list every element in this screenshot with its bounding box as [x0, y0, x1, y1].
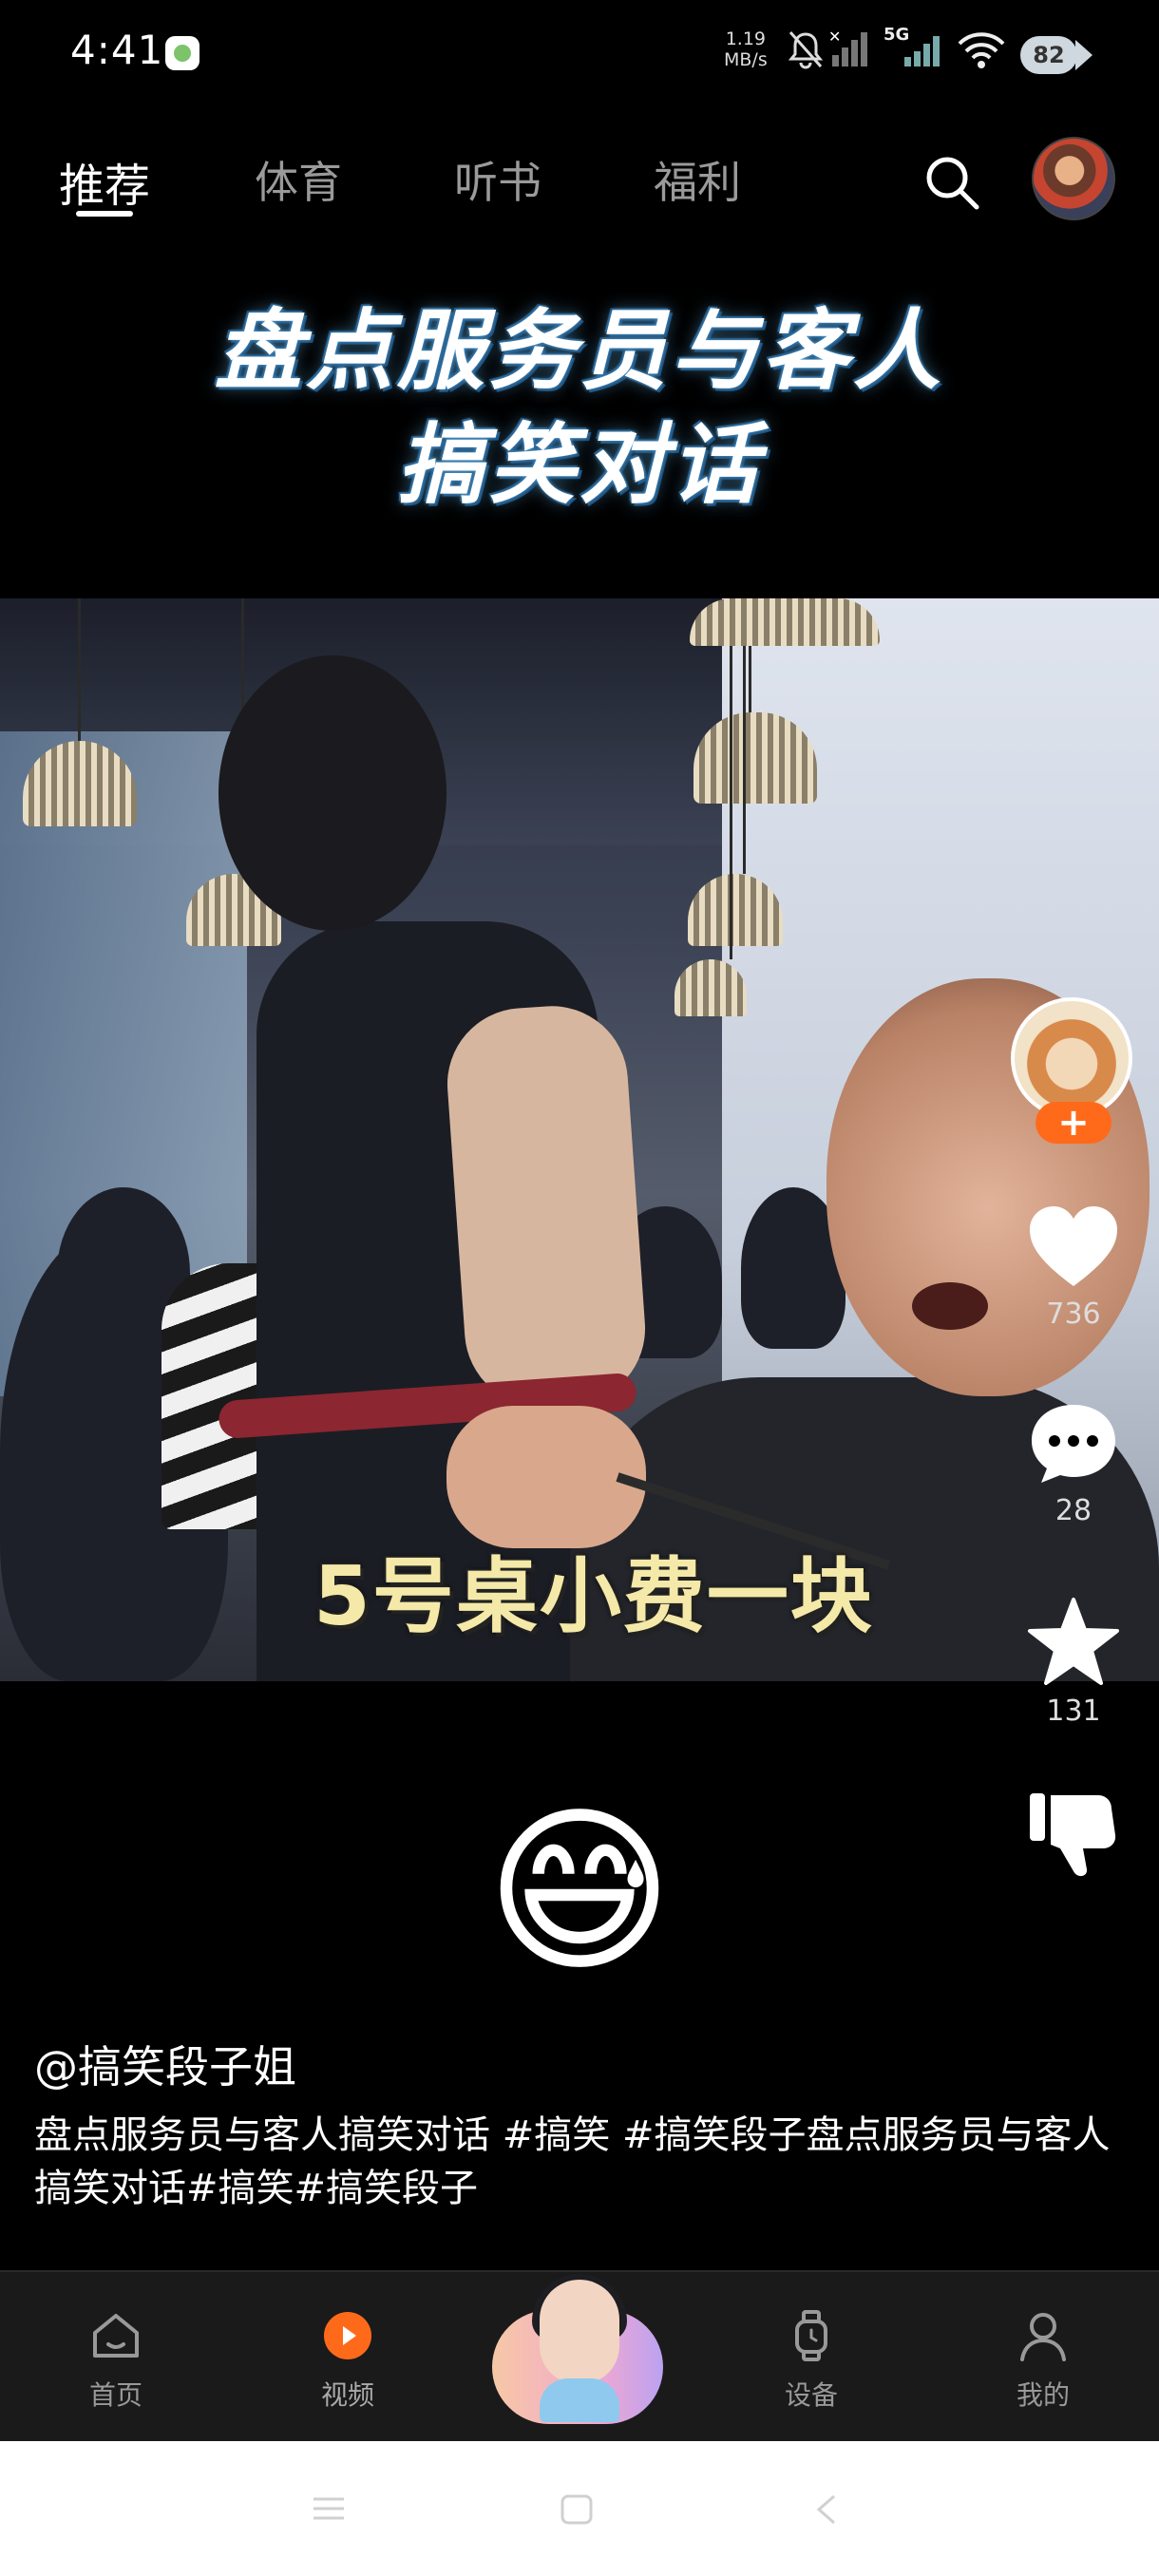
tab-sports[interactable]: 体育 [255, 148, 342, 211]
heart-icon [1030, 1206, 1117, 1286]
nav-profile-label: 我的 [1016, 2379, 1070, 2411]
nav-home[interactable]: 首页 [49, 2310, 182, 2413]
video-title-banner: 盘点服务员与客人 搞笑对话 [0, 294, 1159, 560]
nav-video[interactable]: 视频 [281, 2310, 414, 2413]
video-player[interactable]: 5号桌小费一块 [0, 598, 1159, 1681]
nav-profile[interactable]: 我的 [977, 2310, 1110, 2413]
svg-text:✕: ✕ [828, 28, 841, 46]
status-time: 4:41 [70, 27, 164, 73]
wifi-icon [958, 32, 1005, 68]
status-bar: 4:41 1.19 MB/s ✕ 5G 82 [0, 0, 1159, 104]
home-icon [93, 2314, 139, 2358]
search-icon[interactable] [922, 152, 982, 213]
comment-count: 28 [1054, 1494, 1092, 1527]
menu-icon[interactable] [312, 2494, 346, 2523]
like-button[interactable]: 736 [1007, 1206, 1140, 1331]
tab-audiobooks[interactable]: 听书 [454, 148, 542, 211]
watch-icon [795, 2310, 827, 2361]
net-speed-value: 1.19 [725, 28, 767, 49]
battery-icon: 82 [1020, 36, 1092, 74]
user-avatar[interactable] [1032, 137, 1115, 220]
thumbs-down-icon [1030, 1793, 1116, 1877]
tab-welfare[interactable]: 福利 [654, 148, 741, 211]
video-title-line-2: 搞笑对话 [396, 414, 762, 516]
comment-icon [1032, 1405, 1115, 1483]
nav-devices[interactable]: 设备 [745, 2310, 878, 2413]
ai-assistant-button[interactable] [492, 2274, 667, 2432]
star-icon [1028, 1598, 1119, 1685]
person-icon [1020, 2313, 1066, 2361]
net-speed-unit: MB/s [724, 49, 768, 70]
like-count: 736 [1046, 1297, 1101, 1331]
post-caption: 盘点服务员与客人搞笑对话 #搞笑 #搞笑段子盘点服务员与客人搞笑对话#搞笑#搞笑… [34, 2113, 1111, 2210]
signal-5g-icon [904, 36, 940, 66]
favorite-button[interactable]: 131 [1007, 1596, 1140, 1728]
sweat-smile-emoji: 😅 [484, 1787, 674, 1997]
app-icon [165, 36, 200, 70]
home-square-icon[interactable] [560, 2494, 593, 2525]
follow-button[interactable]: + [1036, 1102, 1112, 1144]
nav-home-label: 首页 [88, 2379, 142, 2411]
nav-video-label: 视频 [320, 2379, 374, 2411]
comment-button[interactable]: 28 [1007, 1401, 1140, 1527]
video-title-line-1: 盘点服务员与客人 [214, 300, 944, 402]
video-subtitle: 5号桌小费一块 [314, 1549, 874, 1644]
top-tabs: 推荐 体育 听书 福利 [0, 133, 1159, 228]
signal-off-icon: ✕ [828, 28, 867, 66]
system-nav-bar [0, 2441, 1159, 2576]
post-author[interactable]: @搞笑段子姐 [34, 2033, 296, 2095]
battery-level: 82 [1033, 42, 1065, 68]
tab-recommend[interactable]: 推荐 [59, 148, 150, 215]
mute-icon [788, 31, 824, 69]
favorite-count: 131 [1046, 1695, 1101, 1728]
net-speed: 1.19 MB/s [724, 28, 768, 70]
nav-devices-label: 设备 [784, 2379, 838, 2411]
back-icon[interactable] [815, 2494, 838, 2525]
video-play-icon [324, 2312, 371, 2359]
dislike-button[interactable] [1007, 1786, 1140, 1881]
active-tab-indicator [76, 211, 133, 217]
